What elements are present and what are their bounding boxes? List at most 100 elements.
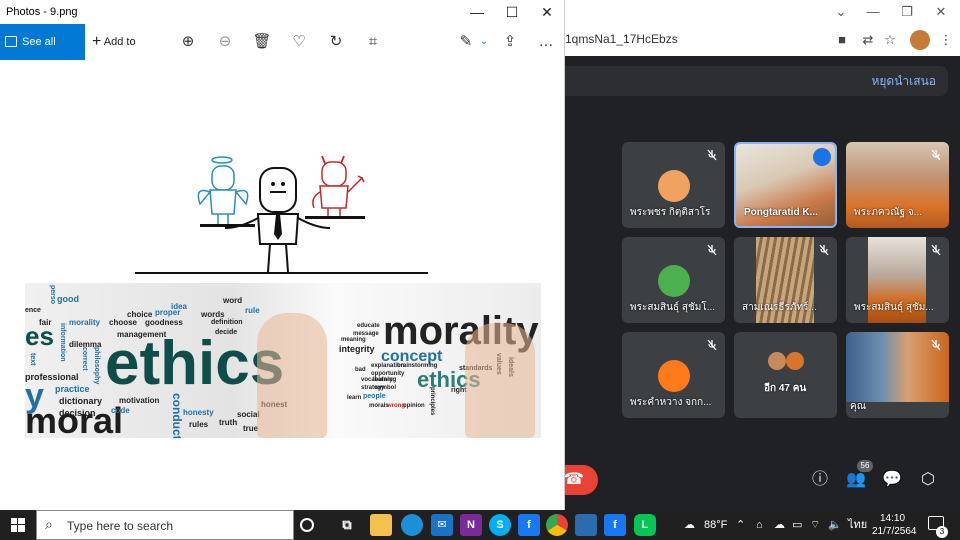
wordcloud-word: ence [25,307,41,314]
participant-tile[interactable]: พระภควณัฐ จ... [846,142,949,228]
zoom-out-icon[interactable]: ⊖ [213,30,237,54]
wordcloud-word: perso [49,285,56,305]
more-icon[interactable]: … [534,30,558,54]
wordcloud-word: good [57,294,79,304]
wordcloud-word: honesty [183,408,214,417]
translate-icon[interactable]: ⇄ [858,30,878,50]
skype-icon[interactable]: S [489,514,511,536]
mic-muted-icon [707,149,717,161]
participant-name: คุณ [850,401,866,412]
facebook-icon[interactable]: f [518,514,540,536]
profile-avatar[interactable] [910,30,930,50]
wordcloud-word: truth [219,418,238,427]
maximize-button[interactable]: ☐ [495,2,529,22]
delete-icon[interactable]: 🗑 [250,30,274,54]
cortana-icon[interactable] [300,518,314,532]
more-participants-label: อีก 47 คน [764,383,807,394]
chrome-icon[interactable] [546,514,568,536]
wordcloud-word: dictionary [59,396,103,406]
photos-app-icon[interactable] [575,514,597,536]
participant-name: Pongtaratid K... [744,207,818,218]
facebook-icon[interactable]: f [604,514,626,536]
chrome-profile-menu-icon[interactable]: ⌄ [826,2,856,22]
battery-icon[interactable]: ▭ [792,510,802,540]
chat-icon[interactable]: 💬 [880,468,904,492]
wordcloud-word: decide [215,329,238,336]
participant-avatar [786,352,804,370]
rotate-icon[interactable]: ↻ [324,30,348,54]
wordcloud-word: rules [189,420,209,429]
wordcloud-word: conduct [170,393,184,438]
self-tile[interactable]: คุณ [846,332,949,418]
phone-icon: ☎ [564,471,584,488]
ethics-wordcloud-image: ethics morality moral concept ethics goo… [25,283,541,438]
camera-icon[interactable]: ■ [832,30,852,50]
zoom-in-icon[interactable]: ⊕ [176,30,200,54]
participant-tile[interactable]: พระสมสินธุ์ สุชัมโ... [622,237,725,323]
mic-muted-icon [819,244,829,256]
wordcloud-word: true [243,424,259,433]
wordcloud-word: correct [81,347,88,371]
minimize-button[interactable]: — [460,2,494,22]
search-icon: ⌕ [45,516,53,532]
presenting-banner: หยุดนำเสนอ [556,66,948,96]
close-button[interactable]: ✕ [530,2,564,22]
activities-icon[interactable]: ⬡ [916,468,940,492]
meeting-info-icon[interactable]: ⓘ [808,468,832,492]
wordcloud-word: learn [347,395,362,401]
show-hidden-icons[interactable]: ⌃ [736,510,745,540]
volume-icon[interactable]: 🔈 [828,510,842,540]
stop-presenting-button[interactable]: หยุดนำเสนอ [871,66,936,96]
input-language[interactable]: ไทย [848,510,867,540]
chrome-restore-button[interactable]: ❐ [892,2,922,22]
wifi-icon[interactable]: ⌔ [810,510,820,540]
file-explorer-icon[interactable] [370,514,392,536]
participant-tile[interactable]: พระพชร กิตฺติสาโร [622,142,725,228]
share-icon[interactable]: ⇪ [498,30,522,54]
task-view-icon[interactable]: ⧉ [336,514,358,536]
chrome-menu-icon[interactable]: ⋮ [936,30,956,50]
clock-time[interactable]: 14:10 [880,513,905,524]
line-icon[interactable]: L [634,514,656,536]
weather-temperature[interactable]: 88°F [704,510,727,540]
participant-name: พระภควณัฐ จ... [854,207,922,218]
add-to-button[interactable]: + Add to [92,24,136,60]
wordcloud-word: y [25,377,44,415]
wordcloud-word: es [25,321,54,351]
chrome-minimize-button[interactable]: — [858,2,888,22]
search-placeholder: Type here to search [67,519,174,533]
participant-name: พระสมสินธุ์ สุชัมโ... [630,302,716,313]
clock-date[interactable]: 21/7/2564 [872,526,917,537]
see-all-photos-button[interactable]: See all photos [0,24,85,84]
participant-tile[interactable]: สามเณรธีรภัทร์... [734,237,837,323]
wordcloud-word: definition [211,319,243,326]
favorite-icon[interactable]: ♡ [287,30,311,54]
wordcloud-word: goodness [145,318,183,327]
taskbar-search-box[interactable]: ⌕ Type here to search [36,510,294,540]
onedrive-icon[interactable]: ☁ [774,510,785,540]
weather-icon[interactable]: ☁ [684,510,695,540]
wordcloud-word: motivation [119,396,160,405]
windows-taskbar: ⌕ Type here to search ⧉ ✉ N S f f L ☁ 88… [0,510,960,540]
mic-muted-icon [707,244,717,256]
wordcloud-word: information [59,323,66,362]
add-to-label: Add to [103,36,136,48]
wordcloud-word: words [201,310,225,319]
start-button[interactable] [0,510,36,540]
wordcloud-word: morality [69,318,101,327]
participant-avatar [658,360,690,392]
wordcloud-word: idea [171,302,188,311]
mail-icon[interactable]: ✉ [431,514,453,536]
chevron-down-icon[interactable]: ⌄ [472,30,496,54]
onenote-icon[interactable]: N [460,514,482,536]
more-participants-tile[interactable]: อีก 47 คน [734,332,837,418]
participant-tile[interactable]: พระสมสินธุ์ สุชัม... [846,237,949,323]
crop-icon[interactable]: ⌗ [361,30,385,54]
meet-now-icon[interactable]: ⌂ [756,510,763,540]
chrome-close-button[interactable]: ✕ [926,2,956,22]
participant-tile[interactable]: Pongtaratid K... [734,142,837,228]
participant-name: พระพชร กิตฺติสาโร [630,207,711,218]
participant-tile[interactable]: พระคำหวาง จกก... [622,332,725,418]
edge-icon[interactable] [401,514,423,536]
bookmark-star-icon[interactable]: ☆ [880,30,900,50]
